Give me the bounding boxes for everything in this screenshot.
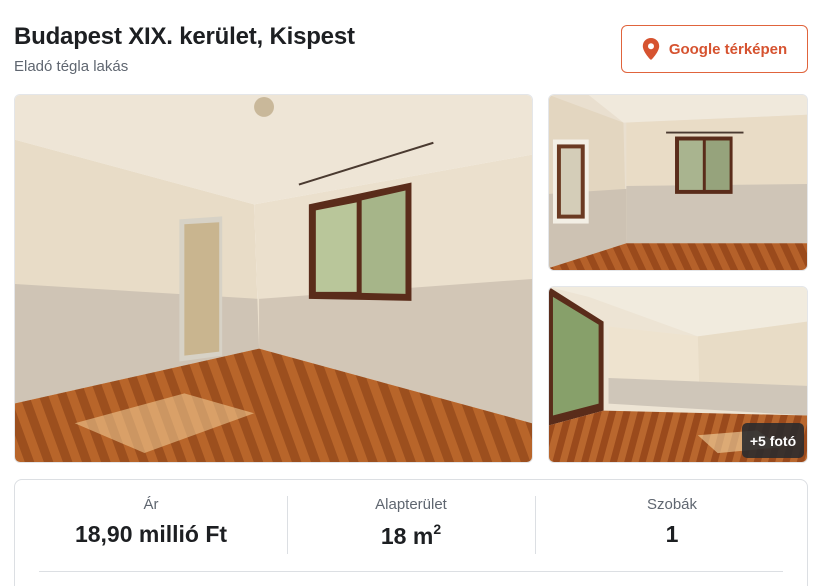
rooms-stat: Szobák 1 (535, 496, 809, 548)
price-label: Ár (143, 496, 159, 513)
area-value: 18 m2 (287, 521, 535, 550)
map-pin-icon (642, 38, 660, 60)
gallery-photo-1[interactable] (548, 94, 808, 271)
area-label: Alapterület (375, 496, 447, 513)
area-stat: Alapterület 18 m2 (287, 496, 535, 550)
more-photos-badge[interactable]: +5 fotó (742, 423, 804, 458)
stats-card: Ár 18,90 millió Ft Alapterület 18 m2 Szo… (14, 479, 808, 586)
area-unit-superscript: 2 (433, 521, 442, 537)
area-number: 18 m (380, 523, 434, 549)
rooms-label: Szobák (646, 496, 698, 513)
main-photo[interactable] (14, 94, 533, 463)
listing-subtitle: Eladó tégla lakás (14, 58, 129, 75)
google-map-button-label: Google térképen (668, 40, 788, 58)
stats-bottom-divider (39, 571, 783, 572)
price-value: 18,90 millió Ft (74, 521, 228, 547)
rooms-value: 1 (665, 521, 679, 547)
google-map-button[interactable]: Google térképen (621, 25, 808, 73)
price-stat: Ár 18,90 millió Ft (15, 496, 287, 548)
listing-title: Budapest XIX. kerület, Kispest (14, 23, 355, 50)
